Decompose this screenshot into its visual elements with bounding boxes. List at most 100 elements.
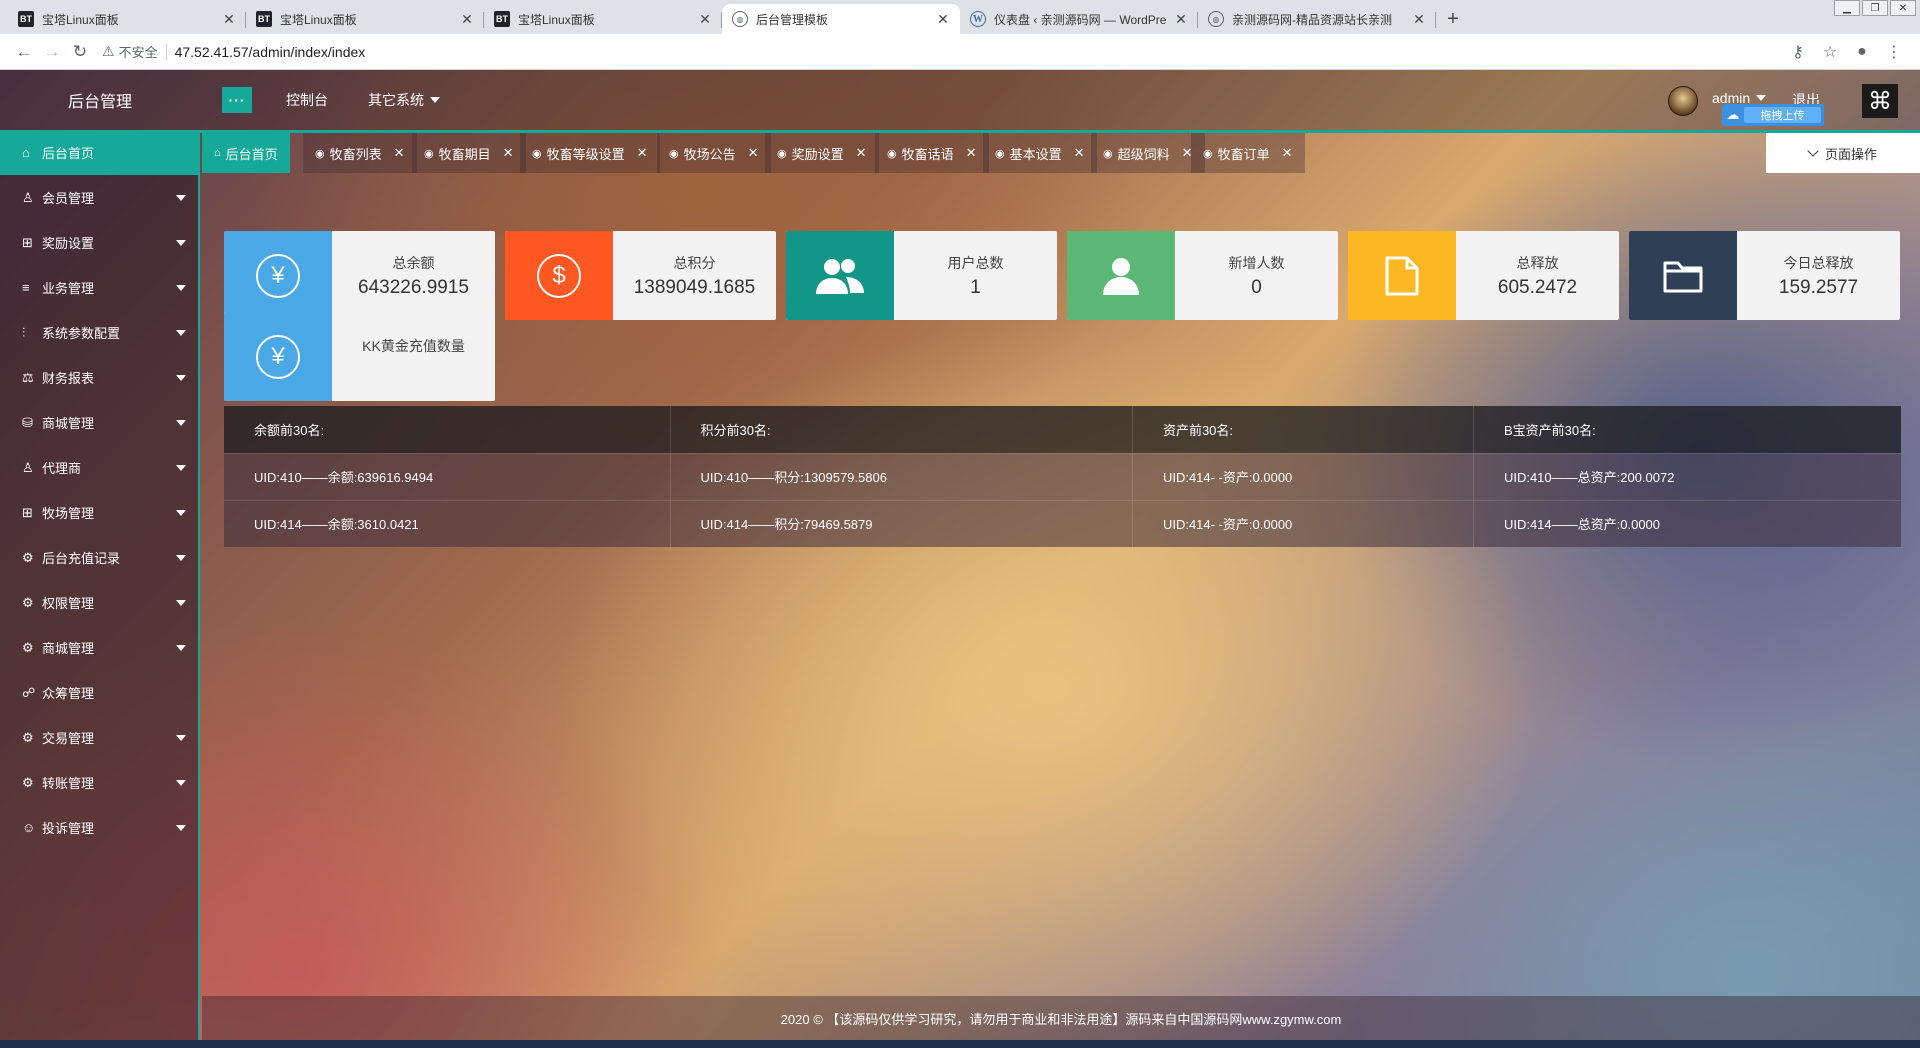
stat-value: 643226.9915 <box>358 276 469 298</box>
caret-down-icon <box>176 375 186 381</box>
sidebar-item-label: 众筹管理 <box>42 686 95 701</box>
close-icon[interactable]: ✕ <box>460 11 474 28</box>
drag-upload-badge[interactable]: ☁ 拖拽上传 <box>1722 104 1824 126</box>
app-corner-icon[interactable]: ⌘ <box>1862 84 1898 118</box>
sidebar-item[interactable]: ⚖ 财务报表 <box>0 355 198 400</box>
sidebar-item[interactable]: ⚙ 转账管理 <box>0 760 198 805</box>
caret-down-icon <box>176 465 186 471</box>
browser-tab-active[interactable]: ◍ 后台管理模板 ✕ <box>722 4 960 34</box>
nav-console[interactable]: 控制台 <box>286 70 328 130</box>
wordpress-icon: W <box>970 11 986 27</box>
icon-glyph: $ <box>537 253 581 298</box>
browser-tab[interactable]: BT 宝塔Linux面板 ✕ <box>8 4 246 34</box>
sidebar-item[interactable]: ⚙ 后台充值记录 <box>0 535 198 580</box>
smile-icon: ☺ <box>22 820 36 835</box>
close-tab-icon[interactable]: ✕ <box>394 145 405 161</box>
sidebar-item[interactable]: ♙ 会员管理 <box>0 175 198 220</box>
admin-app: 后台管理 ··· 控制台 其它系统 admin 退出 ☁ 拖拽上传 ⌘ ⌂ 后台首页… <box>0 70 1920 1040</box>
avatar[interactable] <box>1668 86 1698 116</box>
table-cell: UID:414——余额:3610.0421 <box>224 499 671 547</box>
sidebar-item[interactable]: ⚙ 商城管理 <box>0 625 198 670</box>
forward-icon[interactable]: → <box>38 42 66 62</box>
profile-icon[interactable]: ● <box>1846 43 1878 61</box>
page-tab[interactable]: ◉ 牧场公告 ✕ <box>657 133 771 173</box>
reload-icon[interactable]: ↻ <box>66 42 94 62</box>
close-tab-icon[interactable]: ✕ <box>748 145 759 161</box>
back-icon[interactable]: ← <box>10 42 38 62</box>
close-icon[interactable]: ✕ <box>222 11 236 28</box>
page-tab[interactable]: ◉ 牧畜订单 ✕ <box>1191 133 1305 173</box>
sidebar-item[interactable]: ≡ 业务管理 <box>0 265 198 310</box>
sidebar-item[interactable]: ⊞ 牧场管理 <box>0 490 198 535</box>
close-icon[interactable]: ✕ <box>936 11 950 28</box>
stat-label: 总积分 <box>673 254 716 271</box>
os-taskbar <box>0 1040 1920 1048</box>
page-tab-label: 牧畜列表 <box>329 146 382 162</box>
page-tab-label: 后台首页 <box>225 146 278 162</box>
sidebar-item[interactable]: ☍ 众筹管理 <box>0 670 198 715</box>
chevron-down-icon <box>1807 145 1819 157</box>
browser-tab[interactable]: BT 宝塔Linux面板 ✕ <box>246 4 484 34</box>
sidebar-item[interactable]: ⊞ 奖励设置 <box>0 220 198 265</box>
page-tab[interactable]: ◉ 基本设置 ✕ <box>983 133 1097 173</box>
minimize-icon[interactable]: ▁ <box>1834 0 1860 16</box>
table-row: UID:414——余额:3610.0421 UID:414——积分:79469.… <box>224 499 1901 547</box>
restore-icon[interactable]: ❐ <box>1862 0 1888 16</box>
page-tab[interactable]: ◉ 牧畜等级设置 ✕ <box>520 133 660 173</box>
sidebar-item[interactable]: ⛁ 商城管理 <box>0 400 198 445</box>
page-tab[interactable]: ◉ 牧畜话语 ✕ <box>875 133 989 173</box>
browser-tab[interactable]: W 仪表盘 ‹ 亲测源码网 — WordPre ✕ <box>960 4 1198 34</box>
window-controls: ▁ ❐ ✕ <box>1834 0 1916 16</box>
page-operations-button[interactable]: 页面操作 <box>1766 133 1920 173</box>
star-icon[interactable]: ☆ <box>1814 42 1846 62</box>
page-tab[interactable]: ◉ 超级饲料 ✕ <box>1091 133 1205 173</box>
browser-tab[interactable]: ◍ 亲测源码网-精品资源站长亲测 ✕ <box>1198 4 1436 34</box>
sidebar-item-label: 代理商 <box>42 461 82 476</box>
column-header: 积分前30名: <box>670 406 1133 453</box>
sidebar-item[interactable]: ⚙ 交易管理 <box>0 715 198 760</box>
stat-body: 总积分 1389049.1685 <box>613 231 776 320</box>
stat-label: 总余额 <box>392 254 435 271</box>
stat-card: ¥ 总余额 643226.9915 <box>224 231 495 320</box>
close-tab-icon[interactable]: ✕ <box>503 145 514 161</box>
nav-other-systems[interactable]: 其它系统 <box>368 70 440 130</box>
sidebar-item[interactable]: ⌂ 后台首页 <box>0 130 198 175</box>
close-tab-icon[interactable]: ✕ <box>856 145 867 161</box>
page-tab[interactable]: ◉ 奖励设置 ✕ <box>765 133 879 173</box>
url-field[interactable]: ⚠ 不安全 47.52.41.57/admin/index/index <box>102 38 1782 66</box>
stat-card: ¥ KK黄金充值数量 <box>224 312 495 401</box>
page-tab[interactable]: ⌂ 后台首页 <box>202 133 290 173</box>
caret-down-icon <box>176 780 186 786</box>
caret-down-icon <box>176 510 186 516</box>
close-icon[interactable]: ✕ <box>1174 11 1188 28</box>
sidebar-item[interactable]: ⚙ 权限管理 <box>0 580 198 625</box>
sidebar-item[interactable]: ⫶ 系统参数配置 <box>0 310 198 355</box>
page-tab[interactable]: ◉ 牧畜期目 ✕ <box>412 133 526 173</box>
page-tab-label: 牧畜订单 <box>1217 146 1270 162</box>
table-header-row: 余额前30名: 积分前30名: 资产前30名: B宝资产前30名: <box>224 406 1901 453</box>
page-tab-label: 奖励设置 <box>791 146 844 162</box>
page-tab-label: 牧畜等级设置 <box>546 146 625 162</box>
close-icon[interactable]: ✕ <box>698 11 712 28</box>
close-tab-icon[interactable]: ✕ <box>1282 145 1293 161</box>
close-tab-icon[interactable]: ✕ <box>966 145 977 161</box>
close-tab-icon[interactable]: ✕ <box>1074 145 1085 161</box>
stat-value: 159.2577 <box>1778 276 1859 298</box>
tab-dot-icon: ◉ <box>669 147 679 160</box>
page-tab[interactable]: ◉ 牧畜列表 ✕ <box>303 133 417 173</box>
users-icon <box>786 231 894 320</box>
browser-tab[interactable]: BT 宝塔Linux面板 ✕ <box>484 4 722 34</box>
sidebar-item[interactable]: ♙ 代理商 <box>0 445 198 490</box>
menu-toggle-button[interactable]: ··· <box>222 87 252 113</box>
more-icon[interactable]: ⋮ <box>1878 42 1910 62</box>
close-icon[interactable]: ✕ <box>1412 11 1426 28</box>
tab-dot-icon: ◉ <box>887 147 897 160</box>
close-tab-icon[interactable]: ✕ <box>637 145 648 161</box>
ranking-table: 余额前30名: 积分前30名: 资产前30名: B宝资产前30名: UID:41… <box>224 406 1901 547</box>
icon-glyph: ¥ <box>256 253 300 298</box>
caret-down-icon <box>176 240 186 246</box>
new-tab-button[interactable]: + <box>1436 4 1470 34</box>
sidebar-item[interactable]: ☺ 投诉管理 <box>0 805 198 850</box>
key-icon[interactable]: ⚷ <box>1782 42 1814 62</box>
close-window-icon[interactable]: ✕ <box>1890 0 1916 16</box>
